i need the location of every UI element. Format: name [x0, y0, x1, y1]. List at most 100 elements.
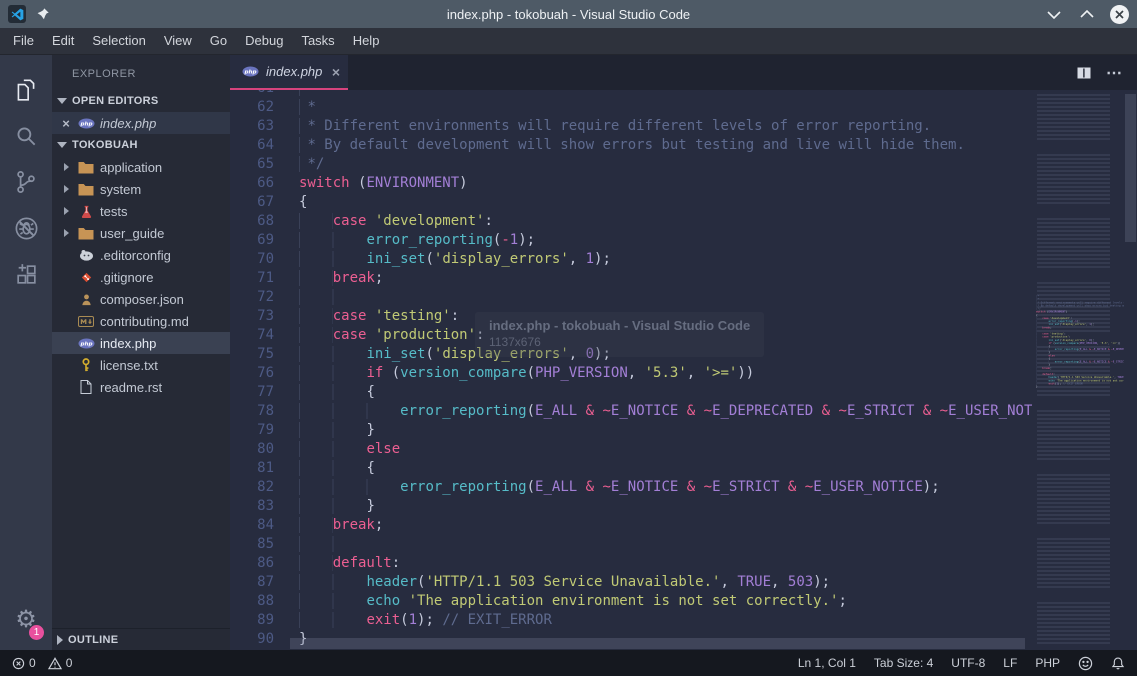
php-icon: php — [242, 66, 259, 77]
menu-item-edit[interactable]: Edit — [43, 28, 83, 54]
vscode-logo-icon[interactable] — [8, 5, 26, 23]
language-mode[interactable]: PHP — [1035, 656, 1060, 670]
code-line-63[interactable]: 63 * Different environments will require… — [230, 117, 1032, 136]
code-line-84[interactable]: 84 break; — [230, 516, 1032, 535]
pin-icon[interactable] — [36, 7, 50, 21]
menubar: FileEditSelectionViewGoDebugTasksHelp — [0, 28, 1137, 55]
maximize-button[interactable] — [1077, 5, 1096, 24]
scrollbar-slider[interactable] — [1125, 94, 1136, 242]
errors-indicator[interactable]: 0 — [12, 656, 36, 670]
code-line-68[interactable]: 68 case 'development': — [230, 212, 1032, 231]
outline-header[interactable]: OUTLINE — [52, 628, 230, 650]
code-line-67[interactable]: 67{ — [230, 193, 1032, 212]
menu-item-help[interactable]: Help — [344, 28, 389, 54]
code-line-61[interactable]: 61 * — [230, 90, 1032, 98]
chevron-right-icon — [57, 635, 63, 645]
code-line-82[interactable]: 82 error_reporting(E_ALL & ~E_NOTICE & ~… — [230, 478, 1032, 497]
composer-icon — [77, 293, 95, 306]
code-editor[interactable]: 61 *62 *63 * Different environments will… — [230, 90, 1032, 650]
more-actions-icon[interactable]: ⋯ — [1106, 63, 1123, 83]
code-line-65[interactable]: 65 */ — [230, 155, 1032, 174]
code-line-88[interactable]: 88 echo 'The application environment is … — [230, 592, 1032, 611]
open-editor-index.php[interactable]: ×phpindex.php — [52, 112, 230, 134]
code-line-69[interactable]: 69 error_reporting(-1); — [230, 231, 1032, 250]
workspace-header[interactable]: TOKOBUAH — [52, 134, 230, 156]
code-line-74[interactable]: 74 case 'production': — [230, 326, 1032, 345]
line-number: 79 — [230, 421, 274, 440]
chevron-right-icon — [60, 229, 72, 237]
chevron-down-icon — [57, 98, 67, 104]
minimap[interactable]: * * * Different environments will requir… — [1032, 90, 1124, 650]
code-line-87[interactable]: 87 header('HTTP/1.1 503 Service Unavaila… — [230, 573, 1032, 592]
code-line-86[interactable]: 86 default: — [230, 554, 1032, 573]
code-line-70[interactable]: 70 ini_set('display_errors', 1); — [230, 250, 1032, 269]
code-line-78[interactable]: 78 error_reporting(E_ALL & ~E_NOTICE & ~… — [230, 402, 1032, 421]
tab-close-icon[interactable]: × — [332, 64, 340, 80]
menu-item-view[interactable]: View — [155, 28, 201, 54]
code-line-75[interactable]: 75 ini_set('display_errors', 0); — [230, 345, 1032, 364]
code-line-62[interactable]: 62 * — [230, 98, 1032, 117]
menu-item-debug[interactable]: Debug — [236, 28, 292, 54]
tree-item--gitignore[interactable]: .gitignore — [52, 266, 230, 288]
split-editor-icon[interactable] — [1076, 65, 1092, 81]
tree-item-composer-json[interactable]: composer.json — [52, 288, 230, 310]
git-icon — [77, 271, 95, 284]
svg-text:php: php — [244, 70, 257, 76]
tab-size[interactable]: Tab Size: 4 — [874, 656, 933, 670]
debug-disabled-icon[interactable] — [2, 205, 50, 251]
chevron-right-icon — [60, 207, 72, 215]
feedback-smiley-icon[interactable] — [1078, 656, 1093, 671]
line-number: 65 — [230, 155, 274, 174]
tree-item-user-guide[interactable]: user_guide — [52, 222, 230, 244]
tree-item-license-txt[interactable]: license.txt — [52, 354, 230, 376]
open-editors-header[interactable]: OPEN EDITORS — [52, 90, 230, 112]
minimize-button[interactable] — [1044, 5, 1063, 24]
code-line-80[interactable]: 80 else — [230, 440, 1032, 459]
vertical-scrollbar[interactable] — [1124, 90, 1137, 650]
chevron-right-icon — [60, 185, 72, 193]
settings-gear-icon[interactable]: ⚙ 1 — [2, 596, 50, 642]
tree-item-application[interactable]: application — [52, 156, 230, 178]
vscode-window: index.php - tokobuah - Visual Studio Cod… — [0, 0, 1137, 676]
code-line-73[interactable]: 73 case 'testing': — [230, 307, 1032, 326]
code-line-76[interactable]: 76 if (version_compare(PHP_VERSION, '5.3… — [230, 364, 1032, 383]
source-control-icon[interactable] — [2, 159, 50, 205]
tree-item-tests[interactable]: tests — [52, 200, 230, 222]
menu-item-go[interactable]: Go — [201, 28, 236, 54]
code-line-79[interactable]: 79 } — [230, 421, 1032, 440]
encoding[interactable]: UTF-8 — [951, 656, 985, 670]
line-number: 78 — [230, 402, 274, 421]
tab-index-php[interactable]: php index.php × — [230, 55, 348, 90]
tree-item-system[interactable]: system — [52, 178, 230, 200]
code-line-71[interactable]: 71 break; — [230, 269, 1032, 288]
code-line-66[interactable]: 66switch (ENVIRONMENT) — [230, 174, 1032, 193]
tree-item-contributing-md[interactable]: contributing.md — [52, 310, 230, 332]
close-icon[interactable]: × — [60, 116, 72, 131]
menu-item-selection[interactable]: Selection — [83, 28, 154, 54]
code-line-83[interactable]: 83 } — [230, 497, 1032, 516]
code-line-81[interactable]: 81 { — [230, 459, 1032, 478]
menu-item-file[interactable]: File — [4, 28, 43, 54]
notifications-bell-icon[interactable] — [1111, 656, 1125, 671]
tree-item-index-php[interactable]: phpindex.php — [52, 332, 230, 354]
warnings-indicator[interactable]: 0 — [48, 656, 73, 670]
eol[interactable]: LF — [1003, 656, 1017, 670]
menu-item-tasks[interactable]: Tasks — [292, 28, 343, 54]
extensions-icon[interactable] — [2, 251, 50, 297]
tree-item-readme-rst[interactable]: readme.rst — [52, 376, 230, 398]
close-button[interactable] — [1110, 5, 1129, 24]
horizontal-scrollbar[interactable] — [290, 638, 1025, 649]
code-line-85[interactable]: 85 — [230, 535, 1032, 554]
code-line-77[interactable]: 77 { — [230, 383, 1032, 402]
tree-item--editorconfig[interactable]: .editorconfig — [52, 244, 230, 266]
code-line-72[interactable]: 72 — [230, 288, 1032, 307]
explorer-icon[interactable] — [2, 67, 50, 113]
code-line-64[interactable]: 64 * By default development will show er… — [230, 136, 1032, 155]
sidebar-title: EXPLORER — [52, 55, 230, 90]
line-number: 69 — [230, 231, 274, 250]
search-icon[interactable] — [2, 113, 50, 159]
cursor-position[interactable]: Ln 1, Col 1 — [798, 656, 856, 670]
line-number: 74 — [230, 326, 274, 345]
markdown-icon — [77, 316, 95, 327]
code-line-89[interactable]: 89 exit(1); // EXIT_ERROR — [230, 611, 1032, 630]
